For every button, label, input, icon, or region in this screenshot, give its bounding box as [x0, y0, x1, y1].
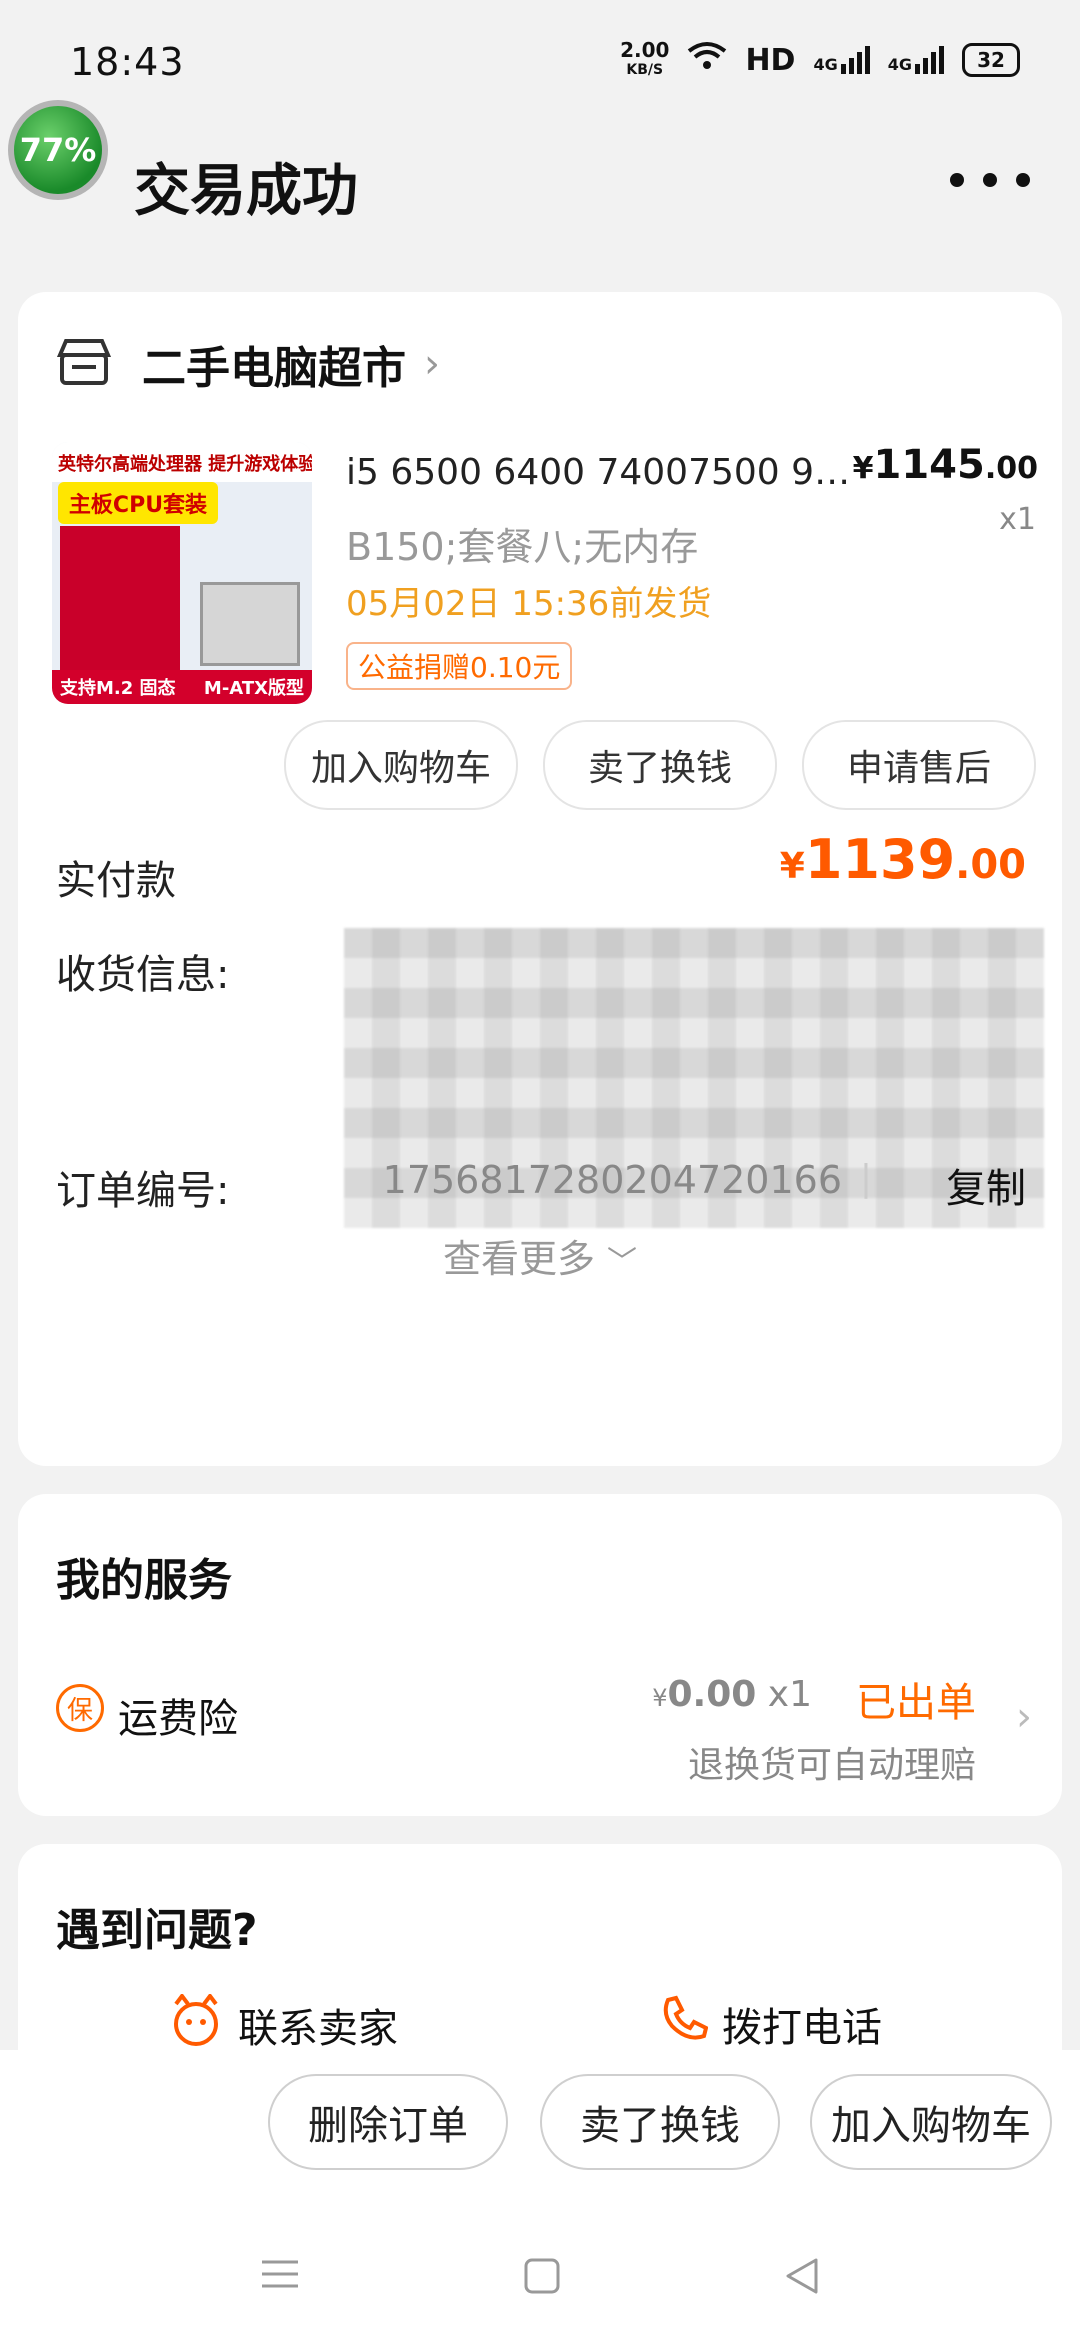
wifi-icon: [687, 41, 727, 79]
phone-icon: [658, 1994, 709, 2054]
store-name: 二手电脑超市: [142, 343, 406, 394]
price-dec: .00: [984, 451, 1038, 486]
service-amount: 0.00: [667, 1674, 757, 1715]
thumb-banner: 主板CPU套装: [58, 482, 218, 524]
chevron-down-icon: ﹀: [607, 1245, 638, 1280]
paid-int: 1139: [804, 828, 956, 891]
ship-deadline: 05月02日 15:36前发货: [346, 584, 712, 624]
charity-tag: 公益捐赠0.10元: [346, 642, 573, 690]
contact-seller-button[interactable]: 联系卖家: [168, 1992, 398, 2056]
status-time: 18:43: [70, 40, 185, 84]
service-currency: ¥: [652, 1684, 668, 1712]
delete-order-button[interactable]: 删除订单: [268, 2074, 508, 2170]
net-type-1: 4G: [813, 55, 838, 74]
product-spec: B150;套餐八;无内存: [346, 525, 699, 569]
chat-face-icon: [168, 1992, 224, 2056]
product-price: ¥1145.00: [853, 442, 1038, 488]
product-quantity: x1: [999, 502, 1036, 537]
resell-bottom-button[interactable]: 卖了换钱: [540, 2074, 780, 2170]
store-icon: [56, 337, 112, 391]
contact-seller-label: 联系卖家: [238, 2006, 398, 2052]
insurance-icon: 保: [56, 1684, 104, 1732]
paid-dec: .00: [955, 842, 1026, 888]
service-name[interactable]: 运费险: [118, 1686, 238, 1744]
net-speed-value: 2.00: [620, 38, 670, 62]
paid-label: 实付款: [56, 858, 176, 904]
price-currency: ¥: [852, 451, 874, 486]
price-int: 1145: [873, 442, 985, 488]
call-label: 拨打电话: [722, 2005, 882, 2051]
system-nav-bar: [0, 2256, 1080, 2300]
network-speed: 2.00 KB/S: [620, 40, 669, 80]
signal-icon-2: 4G: [888, 46, 944, 74]
net-type-2: 4G: [887, 55, 912, 74]
more-options-icon[interactable]: [950, 160, 1030, 200]
thumb-bottom-strip: 支持M.2 固态 M-ATX版型: [52, 670, 312, 704]
service-subtitle: 退换货可自动理赔: [687, 1745, 976, 1786]
home-icon[interactable]: [522, 2256, 562, 2300]
chevron-right-icon: ›: [424, 341, 440, 387]
paid-amount: ¥1139.00: [780, 828, 1026, 891]
product-thumbnail[interactable]: 英特尔高端处理器 提升游戏体验 主板CPU套装 支持M.2 固态 M-ATX版型: [52, 442, 312, 704]
net-speed-unit: KB/S: [626, 62, 664, 78]
see-more-button[interactable]: 查看更多 ﹀: [18, 1228, 1062, 1283]
page-title: 交易成功: [134, 159, 358, 224]
thumb-top-text: 英特尔高端处理器 提升游戏体验: [52, 442, 312, 482]
paid-currency: ¥: [779, 846, 805, 887]
store-link[interactable]: 二手电脑超市 ›: [56, 332, 440, 396]
after-sales-button[interactable]: 申请售后: [802, 720, 1036, 810]
thumb-bottom-right: M-ATX版型: [203, 678, 304, 699]
order-separator: |: [859, 1158, 872, 1199]
add-to-cart-button[interactable]: 加入购物车: [284, 720, 518, 810]
battery-icon: 32: [962, 43, 1020, 77]
service-qty: x1: [767, 1674, 812, 1715]
hd-label: HD: [745, 42, 796, 78]
signal-icon: 4G: [813, 46, 870, 74]
services-card: 我的服务 保 运费险 ¥0.00 x1 已出单 退换货可自动理赔 ›: [18, 1494, 1062, 1816]
product-title[interactable]: i5 6500 6400 74007500 94...: [346, 452, 866, 493]
services-title: 我的服务: [56, 1555, 232, 1606]
order-card: 二手电脑超市 › 英特尔高端处理器 提升游戏体验 主板CPU套装 支持M.2 固…: [18, 292, 1062, 1466]
menu-icon[interactable]: [258, 2256, 302, 2300]
add-to-cart-bottom-button[interactable]: 加入购物车: [810, 2074, 1052, 2170]
service-status: 已出单: [856, 1680, 976, 1726]
bottom-action-bar: 删除订单 卖了换钱 加入购物车: [0, 2050, 1080, 2340]
floating-badge[interactable]: 77%: [8, 100, 108, 200]
status-icons: 2.00 KB/S HD 4G 4G 32: [620, 40, 1020, 80]
address-label: 收货信息:: [56, 952, 230, 998]
back-icon[interactable]: [782, 2256, 822, 2300]
copy-button[interactable]: 复制: [946, 1156, 1026, 1214]
motherboard-image: [60, 526, 180, 676]
see-more-label: 查看更多: [442, 1237, 595, 1281]
cpu-image: [200, 582, 300, 666]
resell-button[interactable]: 卖了换钱: [543, 720, 777, 810]
chevron-right-icon[interactable]: ›: [1016, 1694, 1032, 1740]
order-number: 1756817280204720166: [382, 1158, 842, 1202]
call-button[interactable]: 拨打电话: [658, 1994, 882, 2054]
service-price: ¥0.00 x1: [652, 1674, 812, 1715]
order-number-label: 订单编号:: [56, 1168, 230, 1214]
help-title: 遇到问题?: [56, 1905, 258, 1956]
thumb-bottom-left: 支持M.2 固态: [60, 678, 176, 699]
